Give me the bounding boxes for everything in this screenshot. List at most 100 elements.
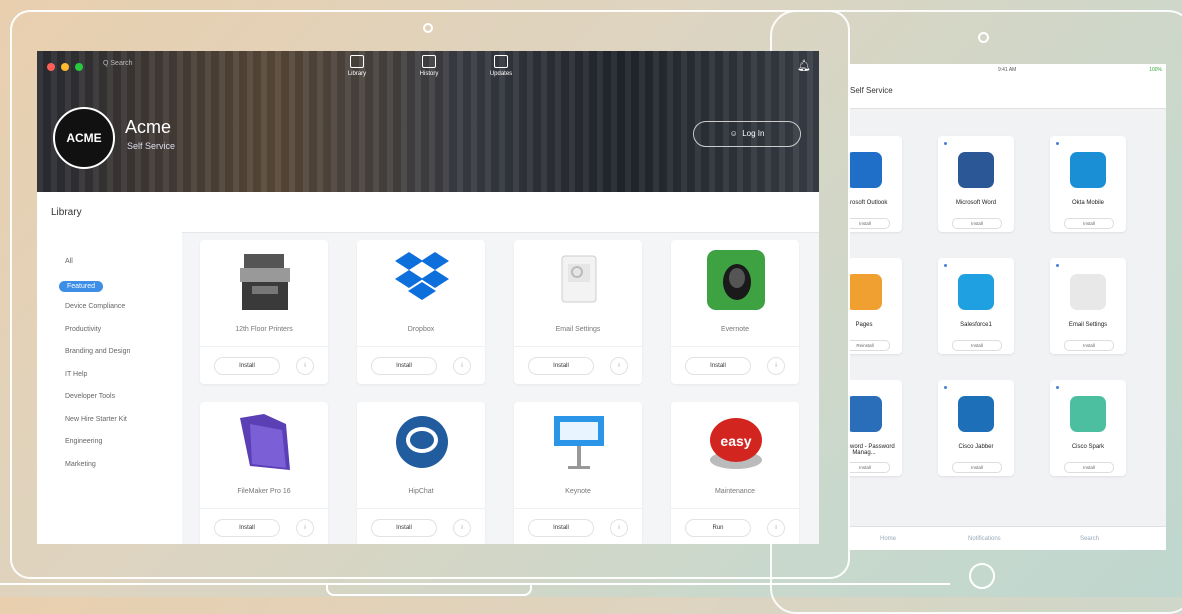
sidebar-item-it-help[interactable]: IT Help — [65, 371, 87, 378]
app-name: Cisco Jabber — [958, 444, 994, 450]
info-button[interactable]: i — [767, 519, 785, 537]
app-icon — [1070, 152, 1106, 188]
card-divider — [200, 508, 328, 509]
app-card-hipchat[interactable]: HipChat Install i — [357, 402, 485, 544]
library-icon — [350, 55, 364, 68]
ipad-time: 9:41 AM — [998, 67, 1017, 73]
sidebar-item-branding-and-design[interactable]: Branding and Design — [65, 348, 130, 355]
ipad-app-card-microsoft-word[interactable]: Microsoft Word Install — [938, 136, 1014, 232]
keynote-icon — [550, 410, 608, 474]
install-button[interactable]: Install — [685, 357, 751, 375]
card-divider — [200, 346, 328, 347]
bell-icon[interactable]: 🔔︎ — [797, 59, 811, 72]
card-divider — [671, 508, 799, 509]
app-card-maintenance[interactable]: easy Maintenance Run i — [671, 402, 799, 544]
zoom-window-button[interactable] — [75, 63, 83, 71]
app-card-dropbox[interactable]: Dropbox Install i — [357, 240, 485, 384]
install-button[interactable]: Install — [214, 519, 280, 537]
ipad-app-card-cisco-jabber[interactable]: Cisco Jabber Install — [938, 380, 1014, 476]
app-card-12th-floor-printers[interactable]: 12th Floor Printers Install i — [200, 240, 328, 384]
ipad-tab-home[interactable]: Home — [880, 536, 896, 542]
info-button[interactable]: i — [610, 357, 628, 375]
sidebar-item-featured[interactable]: Featured — [59, 280, 104, 292]
install-button[interactable]: Install — [848, 218, 890, 229]
tab-library-label: Library — [347, 71, 367, 77]
app-card-email-settings[interactable]: Email Settings Install i — [514, 240, 642, 384]
ipad-home-button[interactable] — [969, 563, 995, 589]
run-button[interactable]: Run — [685, 519, 751, 537]
app-name: 12th Floor Printers — [235, 326, 293, 333]
ipad-app-card-pages[interactable]: Pages Reinstall — [848, 258, 902, 354]
app-card-filemaker-pro-16[interactable]: FileMaker Pro 16 Install i — [200, 402, 328, 544]
install-button[interactable]: Install — [214, 357, 280, 375]
laptop-base-notch — [326, 585, 532, 596]
new-badge-dot — [1056, 386, 1059, 389]
install-button[interactable]: Install — [952, 340, 1002, 351]
app-icon — [958, 274, 994, 310]
app-name: FileMaker Pro 16 — [237, 488, 291, 495]
app-name: Email Settings — [555, 326, 601, 333]
new-badge-dot — [944, 386, 947, 389]
acme-logo: ACME — [53, 107, 115, 169]
minimize-window-button[interactable] — [61, 63, 69, 71]
info-button[interactable]: i — [453, 357, 471, 375]
install-button[interactable]: Install — [371, 519, 437, 537]
ipad-tab-search[interactable]: Search — [1080, 536, 1099, 542]
sidebar-item-productivity[interactable]: Productivity — [65, 326, 101, 333]
ipad-app-card-cisco-spark[interactable]: Cisco Spark Install — [1050, 380, 1126, 476]
ipad-app-card-1password-password-manag-[interactable]: 1Password - Password Manag... Install — [848, 380, 902, 476]
app-card-evernote[interactable]: Evernote Install i — [671, 240, 799, 384]
install-button[interactable]: Install — [848, 462, 890, 473]
info-button[interactable]: i — [296, 519, 314, 537]
install-button[interactable]: Install — [1064, 218, 1114, 229]
install-button[interactable]: Install — [528, 357, 594, 375]
app-name: Salesforce1 — [960, 322, 992, 328]
tab-updates-label: Updates — [489, 71, 513, 77]
app-icon — [958, 152, 994, 188]
search-input[interactable]: Q Search — [103, 60, 163, 72]
app-name: Cisco Spark — [1071, 444, 1105, 450]
login-button[interactable]: ☺ Log In — [693, 121, 801, 147]
reinstall-button[interactable]: Reinstall — [848, 340, 890, 351]
install-button[interactable]: Install — [952, 462, 1002, 473]
tab-history-label: History — [419, 71, 439, 77]
app-name: Keynote — [565, 488, 591, 495]
ipad-app-card-salesforce1[interactable]: Salesforce1 Install — [938, 258, 1014, 354]
app-name: Microsoft Outlook — [848, 200, 888, 206]
user-icon: ☺ — [729, 129, 743, 138]
sidebar-item-new-hire-starter-kit[interactable]: New Hire Starter Kit — [65, 416, 127, 423]
install-button[interactable]: Install — [1064, 340, 1114, 351]
ipad-app-card-microsoft-outlook[interactable]: Microsoft Outlook Install — [848, 136, 902, 232]
app-name: 1Password - Password Manag... — [848, 444, 895, 456]
app-icon — [1070, 274, 1106, 310]
org-name: Acme — [125, 117, 172, 137]
card-divider — [671, 346, 799, 347]
sidebar-item-all[interactable]: All — [65, 258, 73, 265]
sidebar-item-engineering[interactable]: Engineering — [65, 438, 102, 445]
tab-history[interactable]: History — [409, 55, 449, 77]
hipchat-icon — [393, 410, 451, 474]
login-label: Log In — [742, 129, 765, 138]
info-button[interactable]: i — [296, 357, 314, 375]
ipad-app-card-okta-mobile[interactable]: Okta Mobile Install — [1050, 136, 1126, 232]
tab-library[interactable]: Library — [337, 55, 377, 77]
ipad-app-card-email-settings[interactable]: Email Settings Install — [1050, 258, 1126, 354]
info-button[interactable]: i — [767, 357, 785, 375]
info-button[interactable]: i — [610, 519, 628, 537]
close-window-button[interactable] — [47, 63, 55, 71]
install-button[interactable]: Install — [371, 357, 437, 375]
sidebar-item-developer-tools[interactable]: Developer Tools — [65, 393, 115, 400]
install-button[interactable]: Install — [952, 218, 1002, 229]
sidebar-item-marketing[interactable]: Marketing — [65, 461, 96, 468]
info-button[interactable]: i — [453, 519, 471, 537]
page-title: Library — [51, 207, 82, 218]
sidebar-item-device-compliance[interactable]: Device Compliance — [65, 303, 125, 310]
new-badge-dot — [1056, 264, 1059, 267]
tab-updates[interactable]: Updates — [481, 55, 521, 77]
ipad-tab-notifications[interactable]: Notifications — [968, 536, 1001, 542]
install-button[interactable]: Install — [1064, 462, 1114, 473]
history-icon — [422, 55, 436, 68]
install-button[interactable]: Install — [528, 519, 594, 537]
ipad-camera — [978, 32, 989, 43]
app-card-keynote[interactable]: Keynote Install i — [514, 402, 642, 544]
